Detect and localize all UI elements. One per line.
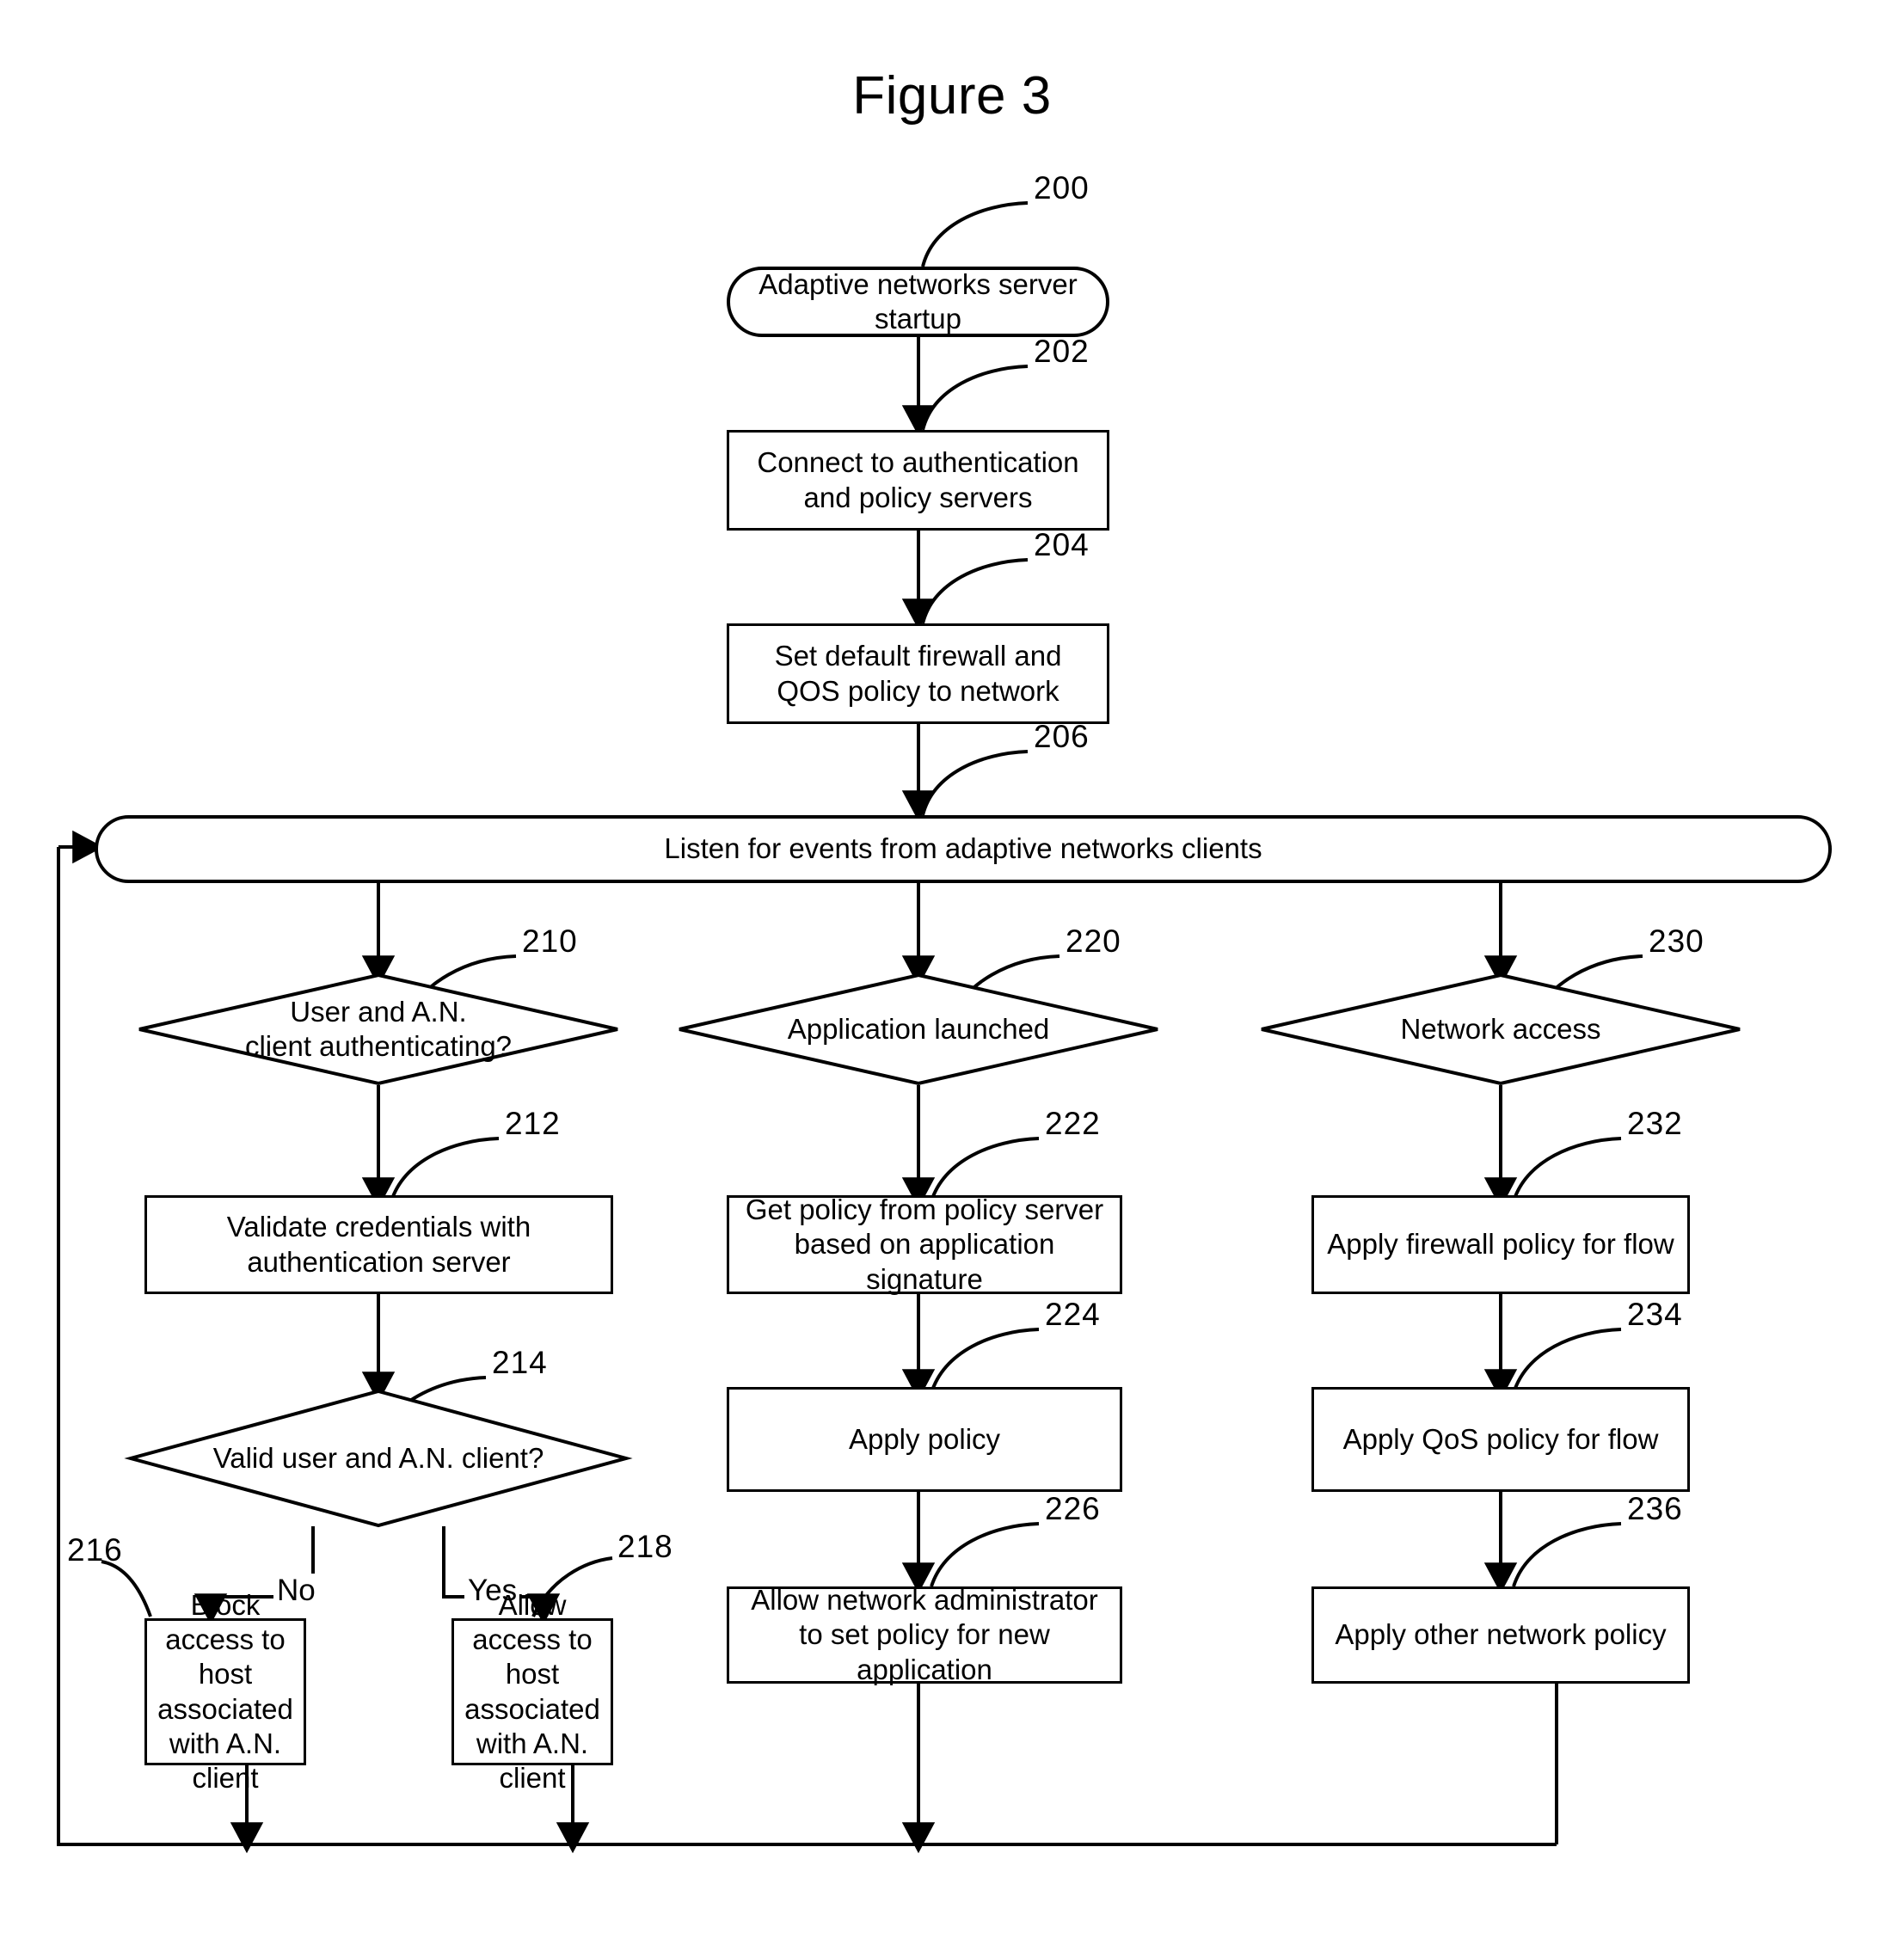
node-apply-qos-policy-for-flow[interactable]: Apply QoS policy for flow <box>1311 1387 1690 1492</box>
figure-title: Figure 3 <box>852 66 1052 126</box>
ref-number-222: 222 <box>1045 1106 1101 1141</box>
node-get-policy-from-policy-server[interactable]: Get policy from policy server based on a… <box>727 1194 1122 1295</box>
ref-number-200: 200 <box>1034 170 1090 206</box>
node-apply-other-network-policy[interactable]: Apply other network policy <box>1311 1586 1690 1684</box>
node-set-default-firewall-and-qos-policy[interactable]: Set default firewall and QOS policy to n… <box>727 623 1109 724</box>
ref-number-212: 212 <box>505 1106 561 1141</box>
figure-canvas: Figure 3 200 202 204 206 210 212 214 216… <box>0 0 1904 1933</box>
node-label: Apply policy <box>848 1422 1001 1455</box>
ref-number-226: 226 <box>1045 1491 1101 1526</box>
node-apply-policy[interactable]: Apply policy <box>727 1387 1122 1492</box>
node-apply-firewall-policy-for-flow[interactable]: Apply firewall policy for flow <box>1311 1195 1690 1294</box>
node-block-access-to-host[interactable]: Block access to host associated with A.N… <box>144 1589 306 1794</box>
node-label: Connect to authentication and policy ser… <box>757 446 1079 513</box>
ref-number-224: 224 <box>1045 1297 1101 1332</box>
node-valid-user-and-an-client[interactable]: Valid user and A.N. client? <box>124 1389 633 1528</box>
node-label: Get policy from policy server based on a… <box>745 1194 1104 1295</box>
node-connect-to-auth-and-policy-servers[interactable]: Connect to authentication and policy ser… <box>727 430 1109 531</box>
node-user-and-an-client-authenticating[interactable]: User and A.N. client authenticating? <box>138 973 619 1086</box>
ref-number-206: 206 <box>1034 719 1090 754</box>
node-label: Listen for events from adaptive networks… <box>664 832 1262 865</box>
node-label: Allow network administrator to set polic… <box>751 1584 1098 1685</box>
ref-number-214: 214 <box>492 1345 548 1380</box>
node-validate-credentials[interactable]: Validate credentials with authentication… <box>144 1195 613 1294</box>
node-label: Apply QoS policy for flow <box>1342 1422 1659 1455</box>
node-adaptive-networks-server-startup[interactable]: Adaptive networks server startup <box>727 267 1109 337</box>
node-allow-network-administrator-set-policy[interactable]: Allow network administrator to set polic… <box>727 1584 1122 1685</box>
node-application-launched[interactable]: Application launched <box>678 973 1159 1086</box>
ref-number-202: 202 <box>1034 334 1090 369</box>
ref-number-216: 216 <box>67 1532 123 1568</box>
node-label: Apply other network policy <box>1335 1618 1667 1651</box>
ref-number-220: 220 <box>1066 924 1121 959</box>
ref-number-234: 234 <box>1627 1297 1683 1332</box>
node-listen-for-events[interactable]: Listen for events from adaptive networks… <box>95 815 1832 883</box>
node-label: Block access to host associated with A.N… <box>157 1588 293 1794</box>
node-label: Validate credentials with authentication… <box>226 1211 531 1278</box>
ref-number-204: 204 <box>1034 527 1090 562</box>
node-allow-access-to-host[interactable]: Allow access to host associated with A.N… <box>451 1589 613 1794</box>
node-label: Set default firewall and QOS policy to n… <box>774 640 1062 707</box>
node-label: Apply firewall policy for flow <box>1327 1228 1674 1261</box>
ref-number-218: 218 <box>617 1529 673 1564</box>
ref-number-236: 236 <box>1627 1491 1683 1526</box>
node-label: Adaptive networks server startup <box>759 267 1078 334</box>
ref-number-210: 210 <box>522 924 578 959</box>
node-network-access[interactable]: Network access <box>1260 973 1741 1086</box>
node-label: Allow access to host associated with A.N… <box>464 1588 600 1794</box>
ref-number-230: 230 <box>1649 924 1704 959</box>
ref-number-232: 232 <box>1627 1106 1683 1141</box>
